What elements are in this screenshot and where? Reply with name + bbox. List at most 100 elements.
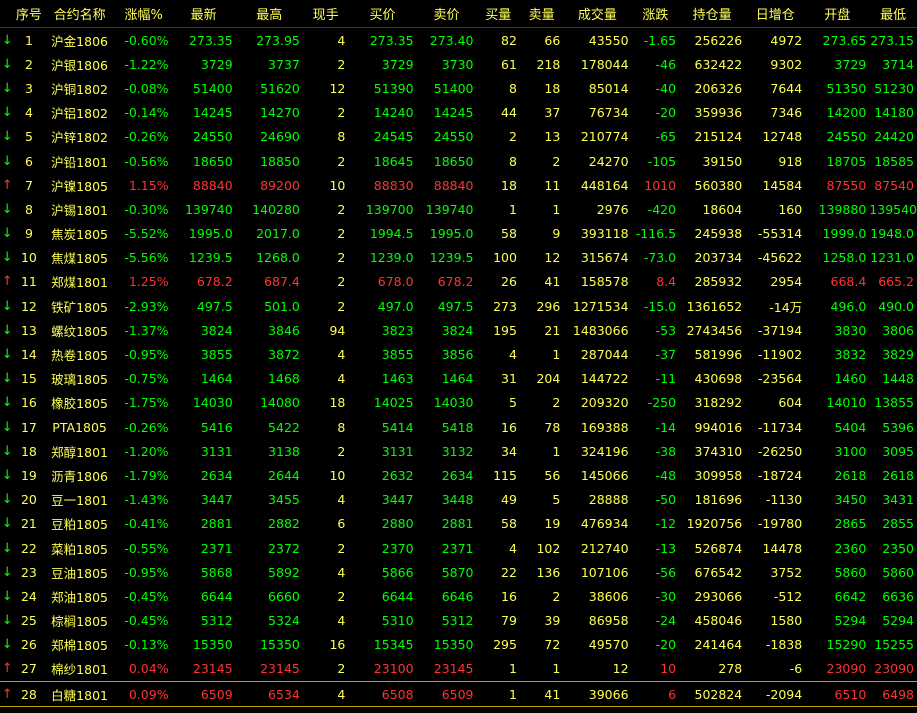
row-seq: 7: [24, 177, 33, 193]
cell-hand: 4: [337, 32, 346, 48]
cell-open: 6642: [834, 588, 867, 604]
table-row[interactable]: ↓ 6 沪铅1801 -0.56% 18650 18850 2 18645 18650 8 2 242…: [0, 149, 917, 173]
cell-pct: -0.41%: [124, 516, 169, 532]
column-header[interactable]: 涨幅%: [115, 0, 172, 28]
table-row[interactable]: ↓ 2 沪银1806 -1.22% 3729 3737 2 3729 3730 61 218 1780…: [0, 52, 917, 76]
contract-name: 热卷1805: [51, 348, 108, 364]
cell-bid: 14240: [373, 105, 414, 121]
cell-vol: 145066: [580, 467, 629, 483]
cell-high: 1468: [268, 371, 300, 387]
table-row[interactable]: ↓ 26 郑棉1805 -0.13% 15350 15350 16 15345 15350 295…: [0, 633, 917, 657]
cell-last: 1239.5: [188, 250, 233, 266]
column-header[interactable]: 开盘: [805, 0, 870, 28]
cell-oi: 318292: [694, 395, 743, 411]
table-row[interactable]: ↑ 7 沪镍1805 1.15% 88840 89200 10 88830 88840 18 11 4…: [0, 173, 917, 197]
row-seq: 22: [20, 540, 37, 556]
table-row[interactable]: ↓ 19 沥青1806 -1.79% 2634 2644 10 2632 2634 115 56 14…: [0, 463, 917, 487]
column-header[interactable]: 成交量: [563, 0, 632, 28]
cell-oichg: -18724: [757, 467, 803, 483]
table-row[interactable]: ↓ 14 热卷1805 -0.95% 3855 3872 4 3855 3856 4 1 287044…: [0, 342, 917, 366]
cell-low: 15255: [874, 637, 914, 653]
column-header[interactable]: 持仓量: [679, 0, 746, 28]
column-header[interactable]: 买价: [348, 0, 417, 28]
table-row[interactable]: ↓ 10 焦煤1805 -5.56% 1239.5 1268.0 2 1239.0 1239.5…: [0, 246, 917, 270]
cell-low: 18585: [874, 153, 914, 169]
contract-name: 沪铅1801: [51, 154, 108, 170]
table-row[interactable]: ↓ 21 豆粕1805 -0.41% 2881 2882 6 2880 2881 58 19 4769…: [0, 512, 917, 536]
cell-oi: 241464: [694, 637, 743, 653]
cell-bidv: 4: [508, 540, 517, 556]
cell-askv: 2: [552, 153, 561, 169]
column-header[interactable]: 最低: [869, 0, 917, 28]
column-header[interactable]: 日增仓: [745, 0, 806, 28]
contract-name: 沪镍1805: [51, 178, 108, 194]
cell-chg: 1010: [644, 177, 677, 193]
cell-oi: 1920756: [686, 516, 743, 532]
contract-name: 棕榈1805: [51, 614, 108, 630]
table-row[interactable]: ↓ 9 焦炭1805 -5.52% 1995.0 2017.0 2 1994.5 1995.0 5…: [0, 222, 917, 246]
cell-oichg: 12748: [762, 129, 803, 145]
table-row[interactable]: ↓ 1 沪金1806 -0.60% 273.35 273.95 4 273.35 273.40 8…: [0, 28, 917, 53]
table-row[interactable]: ↓ 13 螺纹1805 -1.37% 3824 3846 94 3823 3824 195 21 14…: [0, 318, 917, 342]
column-header[interactable]: 最新: [171, 0, 236, 28]
cell-high: 5324: [268, 613, 300, 629]
column-header[interactable]: 卖量: [519, 0, 564, 28]
cell-hand: 4: [337, 613, 346, 629]
cell-ask: 23145: [433, 661, 474, 677]
table-row[interactable]: ↓ 12 铁矿1805 -2.93% 497.5 501.0 2 497.0 497.5 273 2…: [0, 294, 917, 318]
cell-high: 140280: [252, 201, 300, 217]
table-row[interactable]: ↓ 4 沪铝1802 -0.14% 14245 14270 2 14240 14245 44 37 7…: [0, 101, 917, 125]
table-row[interactable]: ↓ 25 棕榈1805 -0.45% 5312 5324 4 5310 5312 79 39 8695…: [0, 609, 917, 633]
cell-ask: 6509: [416, 681, 477, 708]
table-row[interactable]: ↑ 27 棉纱1801 0.04% 23145 23145 2 23100 23145 1 1 12 1…: [0, 657, 917, 682]
row-seq: 12: [20, 298, 37, 314]
column-header[interactable]: 卖价: [416, 0, 477, 28]
table-row[interactable]: ↓ 18 郑醇1801 -1.20% 3131 3138 2 3131 3132 34 1 32419…: [0, 439, 917, 463]
table-row[interactable]: ↓ 22 菜粕1805 -0.55% 2371 2372 2 2370 2371 4 102 2127…: [0, 536, 917, 560]
cell-low: 5294: [882, 613, 914, 629]
table-row[interactable]: ↓ 5 沪锌1802 -0.26% 24550 24690 8 24545 24550 2 13 21…: [0, 125, 917, 149]
cell-oichg: 7644: [770, 80, 803, 96]
row-seq: 16: [20, 395, 37, 411]
cell-hand: 4: [337, 492, 346, 508]
row-seq: 19: [20, 467, 37, 483]
column-header[interactable]: 合约名称: [43, 0, 116, 28]
arrow-down-icon: ↓: [1, 443, 13, 459]
cell-ask: 2371: [441, 540, 474, 556]
contract-name: 棉纱1801: [51, 662, 108, 678]
table-row[interactable]: ↑ 11 郑煤1801 1.25% 678.2 687.4 2 678.0 678.2 26 41 1…: [0, 270, 917, 294]
cell-hand: 2: [337, 540, 346, 556]
cell-bidv: 115: [493, 467, 517, 483]
row-seq: 1: [24, 32, 33, 48]
table-row[interactable]: ↑ 28 白糖1801 0.09% 6509 6534 4 6508 6509 1 41 39066 6…: [0, 681, 917, 708]
table-row[interactable]: ↓ 17 PTA1805 -0.26% 5416 5422 8 5414 5418 16 78 169…: [0, 415, 917, 439]
cell-oi: 245938: [694, 226, 743, 242]
cell-oi: 181696: [694, 492, 743, 508]
cell-chg: -24: [655, 613, 677, 629]
table-row[interactable]: ↓ 24 郑油1805 -0.45% 6644 6660 2 6644 6646 16 2 38606…: [0, 584, 917, 608]
table-row[interactable]: ↓ 20 豆一1801 -1.43% 3447 3455 4 3447 3448 49 5 28888…: [0, 488, 917, 512]
table-row[interactable]: ↓ 23 豆油1805 -0.95% 5868 5892 4 5866 5870 22 136 107…: [0, 560, 917, 584]
cell-low: 13855: [874, 395, 914, 411]
column-header[interactable]: 现手: [302, 0, 349, 28]
cell-high: 2017.0: [256, 226, 300, 242]
column-header[interactable]: 买量: [476, 0, 520, 28]
cell-hand: 16: [329, 637, 346, 653]
cell-open: 23090: [826, 661, 867, 677]
column-header[interactable]: 序号: [14, 0, 44, 28]
cell-low: 6636: [882, 588, 914, 604]
cell-open: 2360: [834, 540, 867, 556]
cell-open: 3100: [834, 443, 867, 459]
table-row[interactable]: ↓ 16 橡胶1805 -1.75% 14030 14080 18 14025 14030 5 2 2…: [0, 391, 917, 415]
cell-low: 24420: [874, 129, 914, 145]
column-header[interactable]: 涨跌: [631, 0, 680, 28]
cell-bid: 51390: [373, 80, 414, 96]
column-header[interactable]: 最高: [235, 0, 303, 28]
table-row[interactable]: ↓ 3 沪铜1802 -0.08% 51400 51620 12 51390 51400 8 18 8…: [0, 76, 917, 100]
table-row[interactable]: ↓ 15 玻璃1805 -0.75% 1464 1468 4 1463 1464 31 204 144…: [0, 367, 917, 391]
table-row[interactable]: ↓ 8 沪锡1801 -0.30% 139740 140280 2 139700 139740 1…: [0, 197, 917, 221]
cell-vol: 1483066: [572, 322, 629, 338]
cell-oi: 676542: [694, 564, 743, 580]
cell-high: 273.95: [256, 32, 300, 48]
cell-chg: -1.65: [643, 32, 677, 48]
